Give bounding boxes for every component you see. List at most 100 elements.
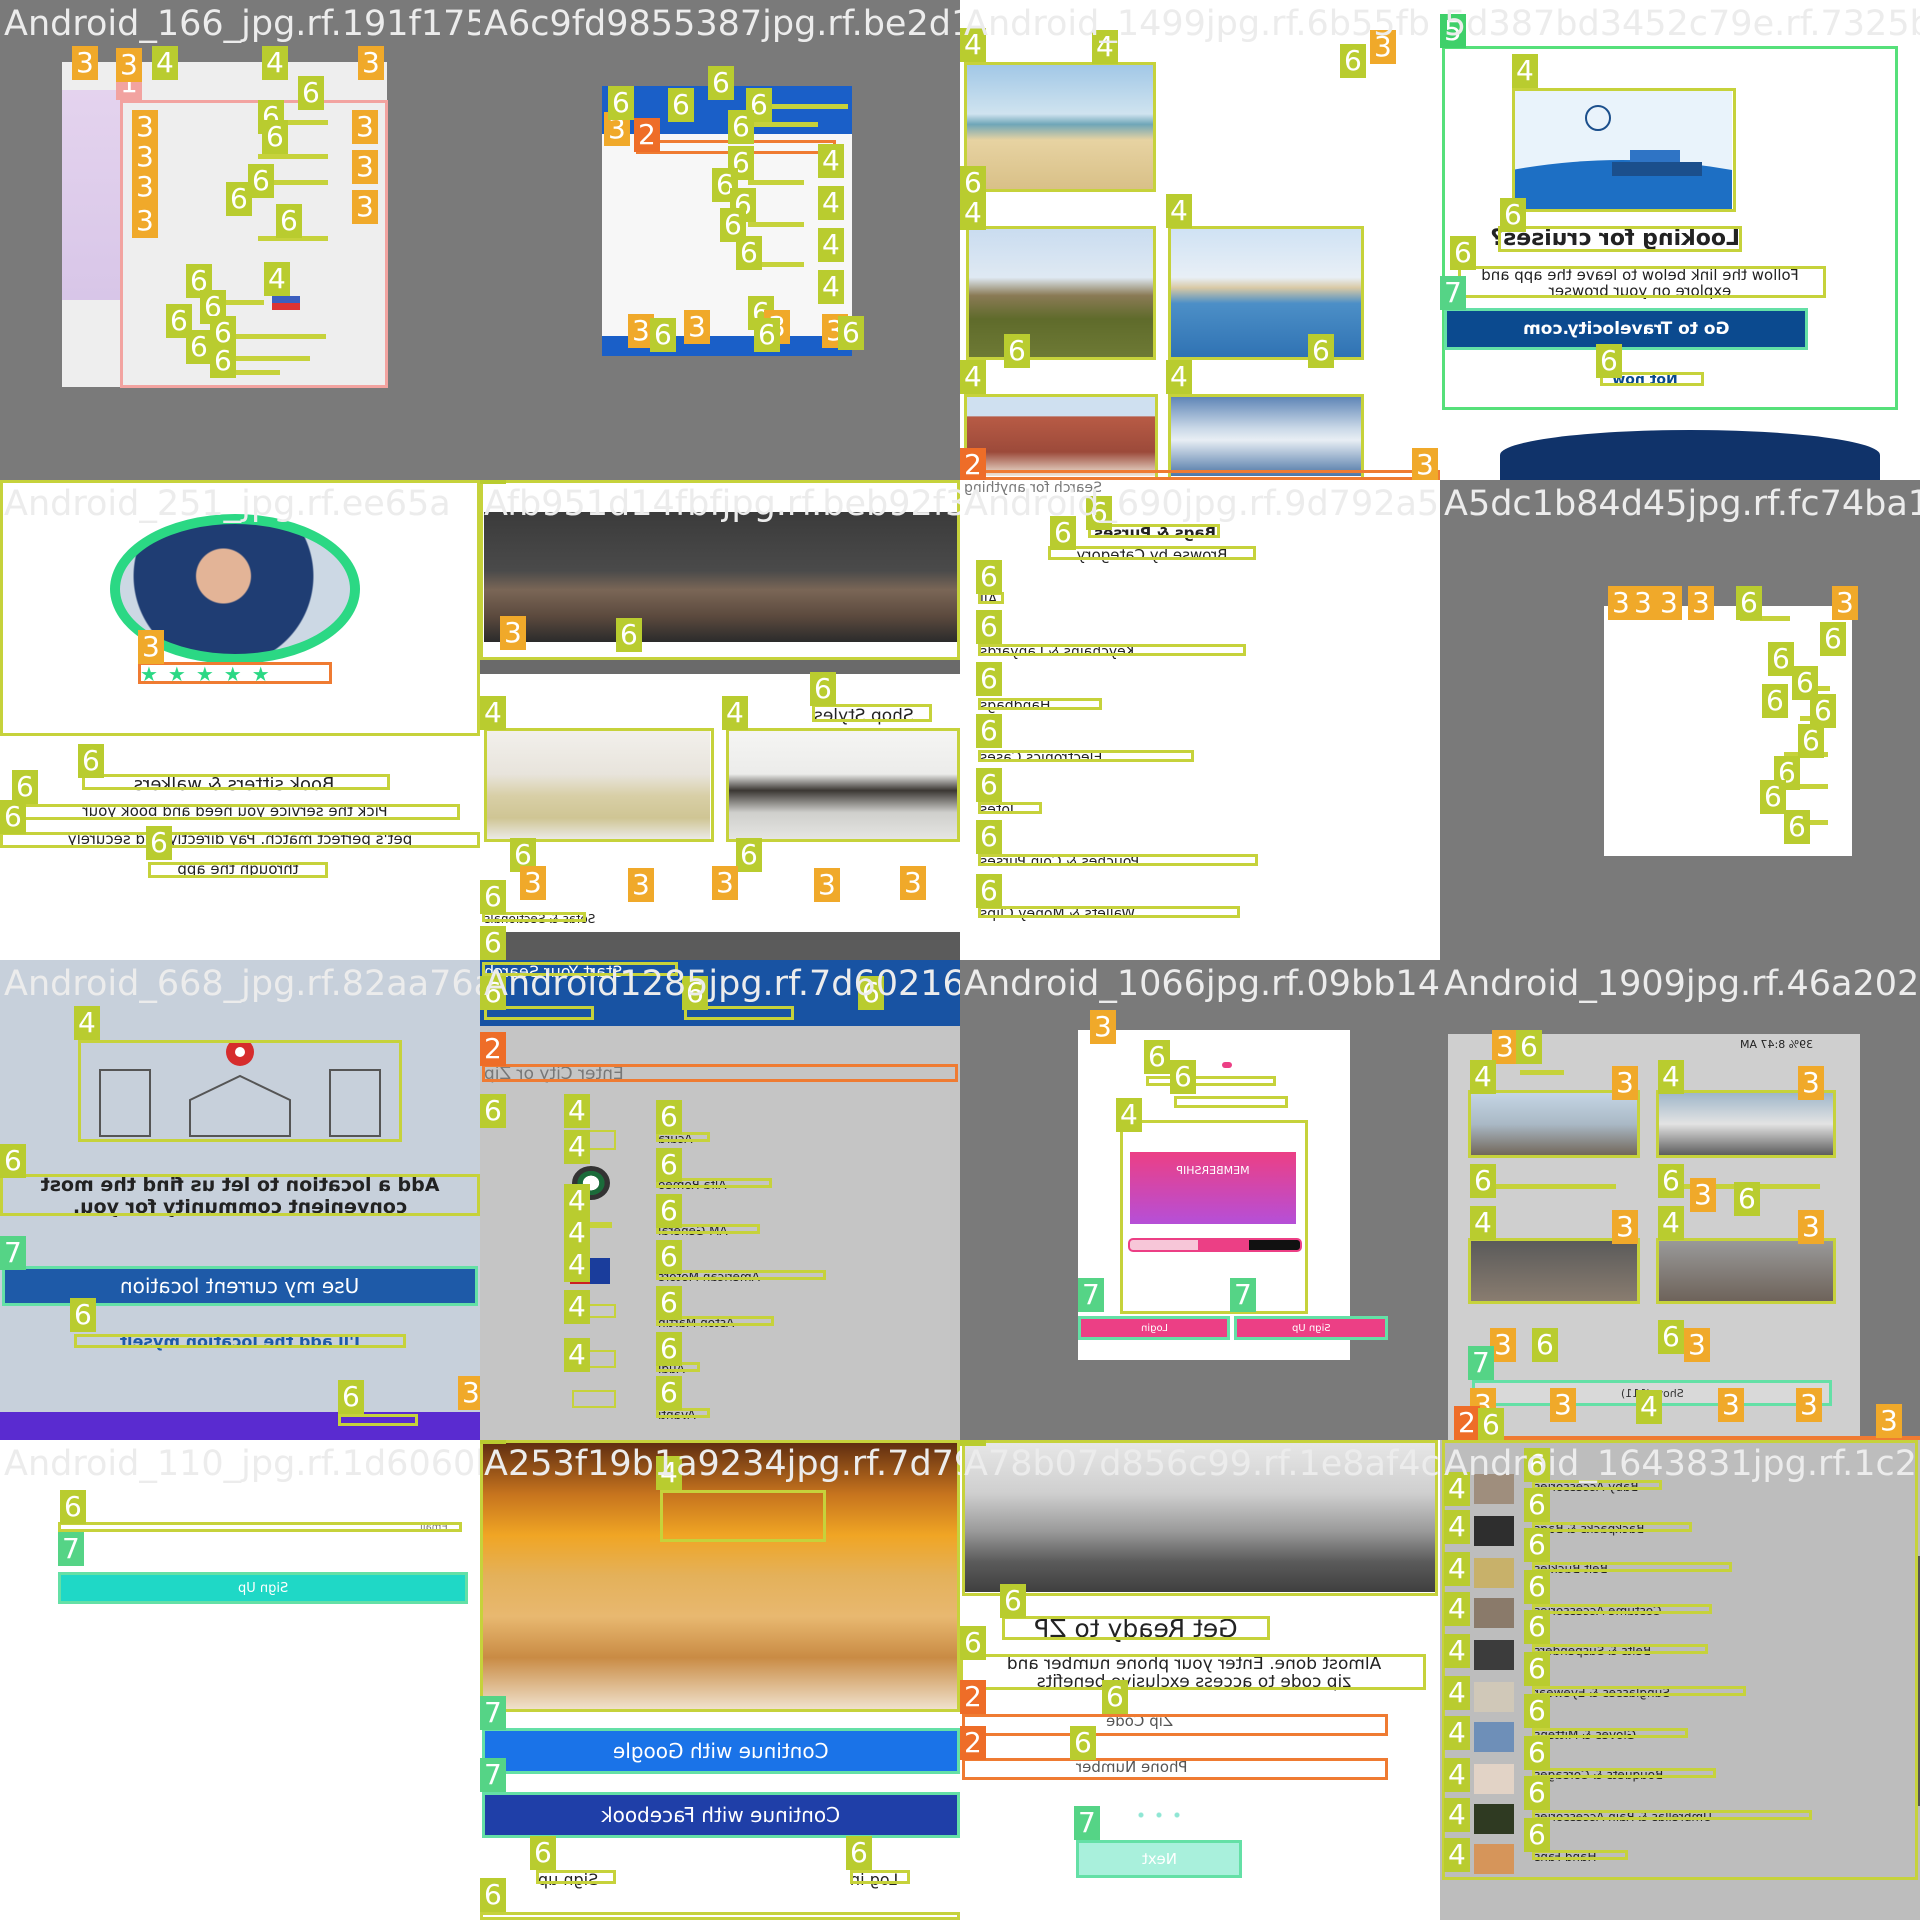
label-6: 6 (0, 800, 26, 834)
tile-android-1909: Android_1909jpg.rf.46a20290 39% 8:47 AM … (1440, 960, 1920, 1440)
label-6: 6 (650, 318, 676, 352)
tile-title: Android_1909jpg.rf.46a20290 (1444, 964, 1920, 1004)
label-5: 5 (1440, 14, 1466, 48)
tile-title: A5dc1b84d45jpg.rf.fc74ba15 (1444, 484, 1920, 524)
card-image-box (1656, 1090, 1836, 1158)
tile-title: 5d387bd3452c79e.rf.7325bdfa (1444, 4, 1920, 44)
thumb-bouquets (1474, 1764, 1514, 1794)
label-3: 3 (1796, 1388, 1822, 1422)
text-line (258, 154, 328, 159)
label-6: 6 (1470, 1164, 1496, 1198)
label-7: 7 (480, 1696, 506, 1730)
text-line (230, 356, 310, 361)
card-coast[interactable] (1168, 226, 1364, 360)
label-3: 3 (352, 190, 378, 224)
tile-title: Android_110_jpg.rf.1d6060b (4, 1444, 480, 1484)
photo-box (480, 1440, 960, 1712)
label-6: 6 (1810, 694, 1836, 728)
label-6: 6 (656, 1332, 682, 1366)
text-line (748, 180, 804, 185)
category-box (978, 698, 1102, 710)
label-7: 7 (1078, 1278, 1104, 1312)
label-3: 3 (458, 1376, 480, 1410)
label-4: 4 (564, 1338, 590, 1372)
flag-icon (272, 296, 300, 310)
category-box (978, 802, 1042, 814)
bottom-bar (480, 932, 960, 960)
label-4: 4 (1444, 1472, 1470, 1506)
label-6: 6 (1000, 1584, 1026, 1618)
label-6: 6 (1524, 1528, 1550, 1562)
label-6: 6 (976, 610, 1002, 644)
card-houses[interactable] (964, 394, 1158, 480)
tile-android-251: Android_251_jpg.rf.ee65a 4 3 ★★★★★ 6 Boo… (0, 480, 480, 960)
instruction-box (960, 1654, 1426, 1690)
book-title-box (82, 774, 390, 790)
label-6: 6 (846, 1836, 872, 1870)
label-4: 4 (564, 1130, 590, 1164)
label-3: 3 (500, 616, 526, 650)
text-line (230, 370, 280, 375)
chair-card[interactable] (726, 728, 960, 842)
label-4: 4 (564, 1094, 590, 1128)
item-box (1532, 1686, 1746, 1696)
label-3: 3 (900, 866, 926, 900)
thumb-gloves (1474, 1722, 1514, 1752)
login-link-box (850, 1870, 910, 1884)
label-4: 4 (480, 696, 506, 730)
label-6: 6 (1086, 496, 1112, 530)
tile-title: Android_1066jpg.rf.09bb146 (964, 964, 1440, 1004)
label-4: 4 (1444, 1798, 1470, 1832)
label-4: 4 (1470, 1206, 1496, 1240)
facebook-button-box (482, 1792, 960, 1838)
sofa-card[interactable] (484, 728, 714, 842)
label-4: 4 (1658, 1060, 1684, 1094)
side-drawer (62, 90, 120, 300)
card-beach[interactable] (964, 62, 1156, 192)
label-6: 6 (960, 1626, 986, 1660)
thumb-belts (1474, 1640, 1514, 1670)
search-text[interactable]: Search for anything (964, 480, 1102, 496)
label-6: 6 (480, 880, 506, 914)
card-castle[interactable] (966, 226, 1156, 360)
label-6: 6 (736, 236, 762, 270)
label-7: 7 (1230, 1278, 1256, 1312)
label-4: 4 (264, 262, 290, 296)
tile-a5dc1b: A5dc1b84d45jpg.rf.fc74ba15 3 3 3 3 6 3 6… (1440, 480, 1920, 960)
label-6: 6 (1170, 1060, 1196, 1094)
label-6: 6 (1102, 1680, 1128, 1714)
label-6: 6 (480, 1094, 506, 1128)
label-3: 3 (1690, 1178, 1716, 1212)
label-6: 6 (1768, 642, 1794, 676)
thumb-costume (1474, 1598, 1514, 1628)
card-image-box (1468, 1090, 1640, 1158)
label-6: 6 (186, 330, 212, 364)
label-3: 3 (132, 170, 158, 204)
label-6: 6 (276, 204, 302, 238)
item-box (1532, 1728, 1688, 1738)
label-3: 3 (1684, 1328, 1710, 1362)
tile-title: A6c9fd9855387jpg.rf.be2d13c (484, 4, 960, 44)
label-7: 7 (1468, 1346, 1494, 1380)
drawer-panel (120, 100, 388, 388)
label-3: 3 (1550, 1388, 1576, 1422)
membership-label: MEMBERSHIP (1176, 1164, 1250, 1177)
card-seaside[interactable] (1168, 394, 1364, 480)
label-3: 3 (1718, 1388, 1744, 1422)
label-4: 4 (818, 186, 844, 220)
label-3: 3 (116, 48, 142, 82)
label-6: 6 (1524, 1776, 1550, 1810)
label-4: 4 (1166, 194, 1192, 228)
tile-android-1499: Android_1499jpg.rf.6b55fb 4 4 6 3 6 4 4 … (960, 0, 1440, 480)
label-4: 4 (1636, 1390, 1662, 1424)
hero-box (962, 1440, 1438, 1596)
text-line (748, 222, 804, 227)
tile-title: Android_166_jpg.rf.191f175b (4, 4, 480, 44)
bottom-sheet-edge (1500, 430, 1880, 480)
label-3: 3 (352, 110, 378, 144)
label-4: 4 (960, 1440, 986, 1446)
item-box (1532, 1604, 1712, 1614)
label-3: 3 (814, 868, 840, 902)
search-field[interactable] (960, 470, 1440, 480)
label-6: 6 (1308, 334, 1334, 368)
